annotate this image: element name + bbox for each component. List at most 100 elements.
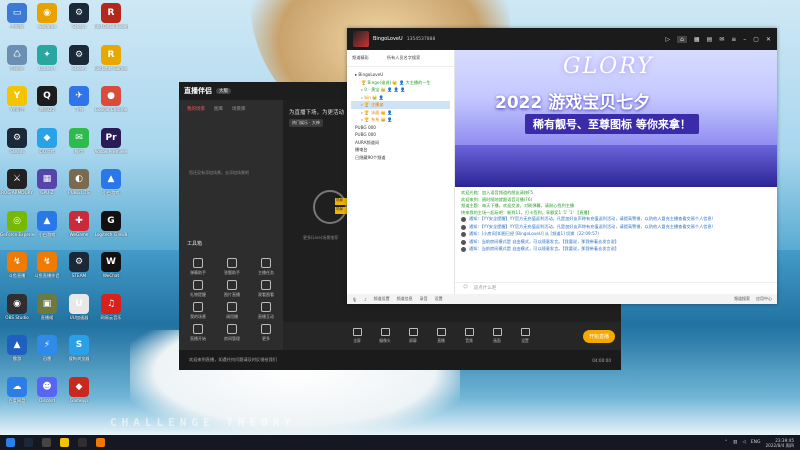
control-button[interactable]: 摄像头 [371,328,399,344]
desktop-shortcut[interactable]: ◆ Gamepp [62,376,96,403]
desktop-shortcut[interactable]: ↯ 斗鱼直播 [0,252,34,278]
taskbar-app-icon[interactable] [42,438,51,447]
toolbox-item[interactable]: 调用播 [219,302,245,320]
bottom-item[interactable]: 设置 [435,296,443,302]
desktop-shortcut[interactable]: ▭ 此电脑 [0,3,34,29]
desktop-shortcut[interactable]: ⚙ Steam [0,127,34,154]
menu-icon[interactable]: ≡ [731,36,736,43]
yy-titlebar[interactable]: BingoLoveU 1354537888 ▷ ⌂ ▦ ▤ ✉ ≡ – ▢ ✕ [347,28,777,50]
desktop-shortcut[interactable]: RRockstar Games Launcher [94,44,128,71]
close-icon[interactable]: ✕ [766,36,771,43]
desktop-shortcut[interactable]: ✦ Lantern [30,44,64,71]
desktop-shortcut[interactable]: Pr Adobe Premiere [94,127,128,154]
apps-icon[interactable]: ▤ [707,36,713,43]
channel-tree-item[interactable]: 🏆 Bingo(谁说) 👑 👤 大主播的一生 [351,79,450,87]
toolbox-item[interactable]: 更多 [253,324,279,342]
category-chip[interactable]: 热门娱乐 · 大神 [289,119,323,127]
desktop-shortcut[interactable]: ▣ 直播姬 [30,293,64,320]
desktop-shortcut[interactable]: ● Google Chrome [94,86,128,112]
desktop-shortcut[interactable] [94,335,128,356]
maximize-icon[interactable]: ▢ [753,36,759,43]
taskbar-yy-icon[interactable] [60,438,69,447]
toolbox-item[interactable]: 观看图看 [253,280,279,298]
video-icon[interactable]: ▷ [665,36,670,43]
volume-icon[interactable]: ◁ [742,440,745,445]
toolbox-item[interactable]: 直播互动 [253,302,279,320]
desktop-shortcut[interactable]: ⚙ Steam [62,3,96,29]
control-button[interactable]: 直播 [427,328,455,344]
toolbox-item[interactable]: 弹幕助手 [185,258,211,276]
home-icon[interactable]: ⌂ [677,35,687,43]
bottom-item[interactable]: 频道信息 [397,296,413,302]
chat-input[interactable]: 说点什么吧 [474,285,497,292]
desktop-shortcut[interactable]: ↯ 斗鱼直播伴侣 [30,252,64,278]
desktop-shortcut[interactable]: ◉ OBS Studio [0,293,34,320]
emoji-icon[interactable]: ☺ [463,285,468,292]
toolbox-item[interactable]: 房间管理 [219,324,245,342]
bottom-right-item[interactable]: 应用中心 [756,296,772,302]
desktop-shortcut[interactable]: G Logitech G HUB [94,210,128,237]
desktop-shortcut[interactable]: ⚡ 迅雷 [30,335,64,361]
yy-voice-window[interactable]: BingoLoveU 1354537888 ▷ ⌂ ▦ ▤ ✉ ≡ – ▢ ✕ … [347,28,777,304]
version-badge[interactable]: 大版 [216,88,231,94]
control-button[interactable]: 全屏 [343,328,371,344]
desktop-shortcut[interactable]: ◎GeForce Experience [0,210,34,237]
desktop-shortcut[interactable]: ✈ 飞书 [62,86,96,112]
toolbox-item[interactable]: 图片直播 [219,280,245,298]
desktop-shortcut[interactable]: ✚ WeGame [62,210,96,237]
bottom-item[interactable]: 录音 [420,296,428,302]
member-search[interactable]: 所有人员名字搜索 [387,55,421,61]
channel-tree-item[interactable]: ▹ bin 👑 👤 [351,94,450,102]
taskbar-steam-icon[interactable] [24,438,33,447]
control-button[interactable]: 音频 [455,328,483,344]
bottom-right-item[interactable]: 频道搜索 [734,296,750,302]
tab-scene-library[interactable]: 场景库 [232,106,246,112]
toolbox-item[interactable]: 直播开始 [185,324,211,342]
desktop-shortcut[interactable]: ⚙ STEAM [62,252,96,278]
channel-tree-item[interactable]: 播电台 [351,146,450,154]
control-button[interactable]: 屏幕 [399,328,427,344]
toolbox-item[interactable]: 答题助手 [219,258,245,276]
toolbox-item[interactable]: 主播任务 [253,258,279,276]
desktop-shortcut[interactable]: ♺ 回收站 [0,44,34,71]
desktop-shortcut[interactable] [94,377,128,398]
desktop-shortcut[interactable]: ✉ 微信 [62,127,96,154]
desktop-shortcut[interactable]: ◆ QQ游戏 [30,127,64,154]
event-banner[interactable]: GLORY 2022 游戏宝贝七夕 稀有靓号、至尊图标 等你来拿！ [455,50,777,187]
taskbar-obs-icon[interactable] [78,438,87,447]
desktop-shortcut[interactable]: ▲ 傲游 [0,335,34,361]
tab-gallery[interactable]: 图库 [214,106,223,112]
desktop-shortcut[interactable]: U UU加速器 [62,293,96,320]
input-language[interactable]: ENG [751,440,761,445]
desktop-shortcut[interactable]: ◐ PUBG LITE [62,169,96,195]
desktop-shortcut[interactable]: W WeChat [94,252,128,278]
desktop-shortcut[interactable]: S 搜狗浏览器 [62,335,96,361]
minimize-icon[interactable]: – [743,36,746,43]
desktop-shortcut[interactable]: RRed Dead Redemption [94,3,128,29]
channel-tree-item[interactable]: ▹ 0 · 黄宝 👑 👤 👤 👤 [351,86,450,94]
channel-tree-item[interactable]: 已隐藏90个频道 [351,154,450,162]
control-button[interactable]: 画面 [483,328,511,344]
desktop-shortcut[interactable]: ♫ 网易云音乐 [94,293,128,320]
channel-tree-item[interactable]: ▸ BingoLoveU [351,71,450,79]
channel-tree-item[interactable]: ▹ 🏆 东东 👑 👤 [351,116,450,124]
desktop-shortcut[interactable]: Q 腾讯QQ [30,86,64,112]
desktop-shortcut[interactable]: ▦ GPU-Z [30,169,64,195]
toolbox-item[interactable]: 礼物提醒 [185,280,211,298]
preview-subtitle[interactable]: 更多(Live)场景推荐 [303,235,338,241]
channel-tree-item[interactable]: PUBG 000 [351,124,450,132]
channel-tree-item[interactable]: ▹ 🏆 主播弟 [351,101,450,109]
tray-up-arrow-icon[interactable]: ⌃ [724,440,728,445]
mail-icon[interactable]: ✉ [719,36,724,43]
network-icon[interactable]: ▥ [733,440,737,445]
desktop-shortcut[interactable]: ☻ Discord [30,376,64,403]
desktop-shortcut[interactable]: ◉ wegame [30,3,64,29]
control-button[interactable]: 设置 [511,328,539,344]
clock[interactable]: 23:39:45 2022/8/4 周四 [765,438,794,448]
start-live-button[interactable]: 开始直播 [582,329,615,343]
desktop-shortcut[interactable]: ☁ 百度网盘 [0,376,34,403]
start-icon[interactable] [6,438,15,447]
toolbox-item[interactable]: 我的场景 [185,302,211,320]
channel-tree-item[interactable]: AURA频道间 [351,139,450,147]
user-avatar[interactable] [353,31,369,47]
